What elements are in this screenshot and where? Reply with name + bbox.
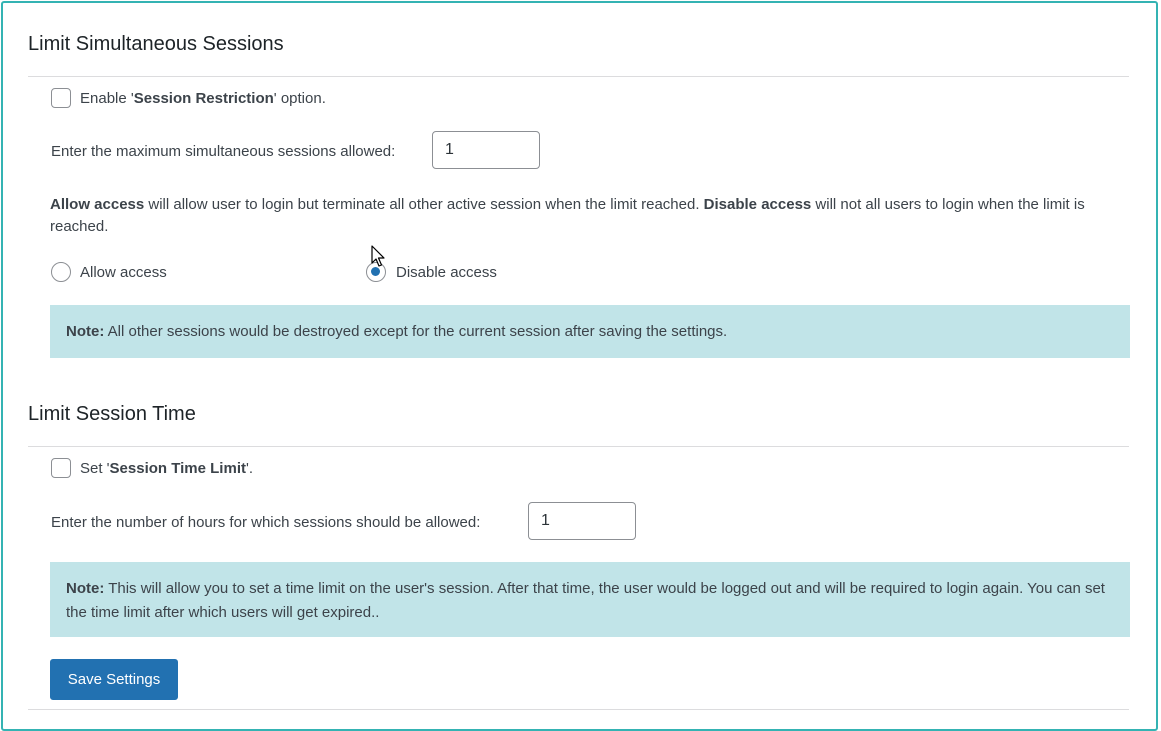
disable-access-label: Disable access — [396, 264, 497, 281]
allow-access-label: Allow access — [80, 264, 167, 281]
session-restriction-note: Note: All other sessions would be destro… — [50, 305, 1130, 358]
access-description: Allow access will allow user to login bu… — [50, 196, 1085, 235]
max-sessions-label: Enter the maximum simultaneous sessions … — [51, 143, 396, 160]
section-divider — [28, 76, 1129, 77]
session-hours-label: Enter the number of hours for which sess… — [51, 514, 481, 531]
save-settings-button[interactable]: Save Settings — [50, 659, 178, 700]
session-restriction-label: Enable 'Session Restriction' option. — [80, 90, 326, 107]
session-restriction-checkbox[interactable] — [51, 88, 71, 108]
footer-divider — [28, 709, 1129, 710]
section-divider — [28, 446, 1129, 447]
section-title-session-time: Limit Session Time — [28, 403, 196, 425]
max-sessions-input[interactable] — [432, 131, 540, 169]
session-time-limit-label: Set 'Session Time Limit'. — [80, 460, 254, 477]
session-time-limit-checkbox[interactable] — [51, 458, 71, 478]
mouse-pointer-icon — [371, 245, 385, 267]
session-hours-input[interactable] — [528, 502, 636, 540]
section-title-simultaneous-sessions: Limit Simultaneous Sessions — [28, 33, 284, 55]
session-time-note: Note: This will allow you to set a time … — [50, 562, 1130, 637]
allow-access-radio[interactable] — [51, 262, 71, 282]
